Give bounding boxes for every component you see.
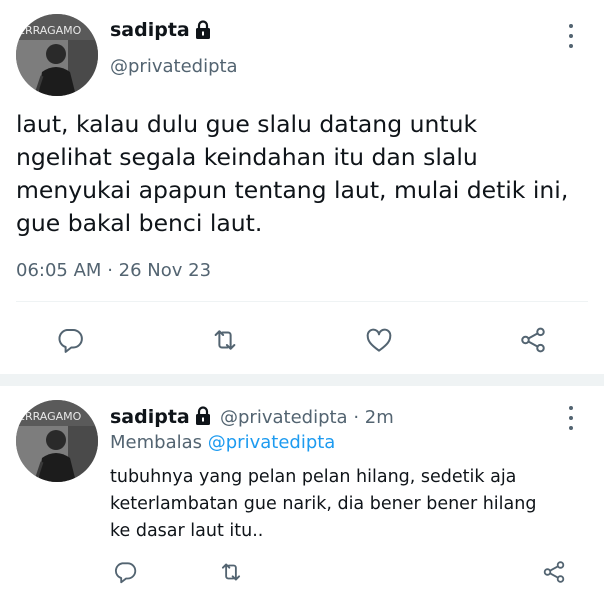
replying-handle-link[interactable]: @privatedipta	[208, 432, 336, 453]
like-heart-icon	[366, 328, 392, 352]
handle[interactable]: @privatedipta	[110, 56, 238, 77]
retweet-icon	[221, 563, 241, 581]
tweet-text-line: menyukai apapun tentang laut, mulai deti…	[16, 176, 569, 204]
avatar-sign-text: ERRAGAMO	[18, 24, 82, 37]
avatar[interactable]: ERRAGAMO	[16, 14, 98, 96]
lock-icon	[196, 20, 210, 39]
meta-separator: ·	[353, 407, 360, 428]
share-button[interactable]	[513, 322, 553, 358]
reply-icon	[58, 329, 83, 353]
tweet-timestamp[interactable]: 06:05 AM · 26 Nov 23	[16, 260, 211, 281]
avatar[interactable]: ERRAGAMO	[16, 400, 98, 482]
retweet-button[interactable]	[205, 322, 245, 358]
share-icon	[521, 327, 545, 353]
like-button[interactable]	[359, 322, 399, 358]
tweet-text-line: ngelihat segala keindahan itu dan slalu	[16, 143, 478, 171]
handle[interactable]: @privatedipta	[220, 407, 348, 428]
share-icon	[543, 561, 565, 583]
reply-text-line: ke dasar laut itu..	[110, 521, 264, 541]
meta-separator: ·	[107, 260, 113, 281]
more-vertical-icon[interactable]	[561, 24, 581, 48]
reply-header-meta: @privatedipta · 2m	[220, 407, 394, 428]
display-name[interactable]: sadipta	[110, 19, 190, 41]
tweet-text-line: laut, kalau dulu gue slalu datang untuk	[16, 110, 478, 138]
tweet-text-line: gue bakal benci laut.	[16, 209, 263, 237]
replying-label: Membalas	[110, 432, 203, 453]
reply-text-line: keterlambatan gue narik, dia bener bener…	[110, 494, 537, 514]
lock-icon	[196, 406, 210, 425]
reply-icon	[114, 562, 137, 584]
reply-button[interactable]	[108, 557, 142, 587]
display-name[interactable]: sadipta	[110, 406, 190, 428]
tweet-time: 06:05 AM	[16, 260, 102, 281]
replying-to: Membalas @privatedipta	[110, 432, 335, 453]
avatar-sign-text: ERRAGAMO	[18, 410, 82, 423]
avatar-photo: ERRAGAMO	[16, 400, 98, 482]
retweet-icon	[214, 330, 236, 350]
share-button[interactable]	[537, 557, 571, 587]
tweet-date: 26 Nov 23	[118, 260, 212, 281]
avatar-photo: ERRAGAMO	[16, 14, 98, 96]
reply-button[interactable]	[50, 322, 90, 358]
more-vertical-icon[interactable]	[561, 406, 581, 430]
section-separator	[0, 374, 604, 386]
tweet-age[interactable]: 2m	[365, 407, 394, 428]
divider	[16, 301, 588, 302]
reply-text-line: tubuhnya yang pelan pelan hilang, sedeti…	[110, 467, 517, 487]
retweet-button[interactable]	[214, 557, 248, 587]
